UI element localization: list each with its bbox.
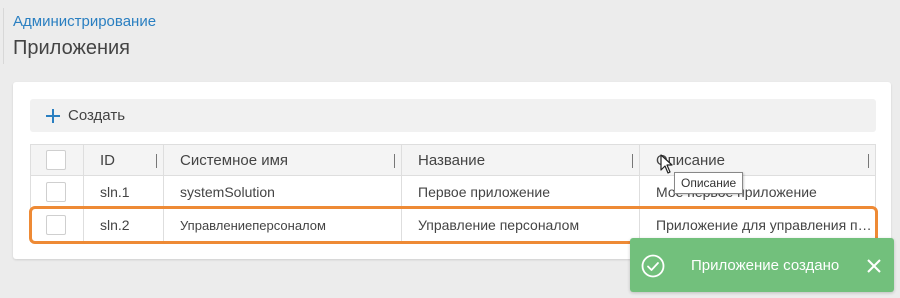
check-circle-icon [641,254,665,278]
column-header-id[interactable]: ID [83,144,164,176]
table-row[interactable]: sln.2 Управлениеперсоналом Управление пе… [30,208,876,242]
table-header-row: ID Системное имя Название Описание [30,144,876,176]
row-select-cell [30,208,84,242]
column-header-system-name[interactable]: Системное имя [163,144,402,176]
column-header-name-label: Название [418,151,486,169]
row-id: sln.1 [83,175,164,209]
create-button-label: Создать [68,107,126,124]
row-name: Первое приложение [401,175,640,209]
page-title: Приложения [13,37,131,59]
column-header-name[interactable]: Название [401,144,640,176]
row-name: Управление персоналом [401,208,640,242]
row-checkbox[interactable] [46,182,66,202]
column-resize-handle[interactable] [868,154,869,168]
row-description: Приложение для управления персоналом [639,208,876,242]
column-resize-handle[interactable] [632,154,633,168]
row-checkbox[interactable] [46,215,66,235]
column-resize-handle[interactable] [156,154,157,168]
breadcrumb[interactable]: Администрирование [13,13,156,30]
applications-table: ID Системное имя Название Описание sln.1… [30,144,876,242]
column-header-id-label: ID [100,151,115,169]
row-id: sln.2 [83,208,164,242]
column-resize-handle[interactable] [394,154,395,168]
toast-message: Приложение создано [691,257,840,274]
row-system-name: Управлениеперсоналом [163,208,402,242]
create-button[interactable]: Создать [46,99,125,132]
select-all-cell [30,144,84,176]
row-system-name: systemSolution [163,175,402,209]
column-header-description[interactable]: Описание [639,144,876,176]
toolbar: Создать [30,99,876,132]
close-icon[interactable] [866,258,882,274]
select-all-checkbox[interactable] [46,150,66,170]
column-header-system-name-label: Системное имя [180,151,289,169]
row-select-cell [30,175,84,209]
plus-icon [46,108,60,123]
applications-panel: Создать ID Системное имя Название Описан… [13,82,891,259]
column-tooltip: Описание [674,172,744,194]
success-toast: Приложение создано [630,238,894,292]
left-divider [3,8,4,64]
table-row[interactable]: sln.1 systemSolution Первое приложение М… [30,175,876,209]
mouse-cursor-icon [660,154,673,174]
